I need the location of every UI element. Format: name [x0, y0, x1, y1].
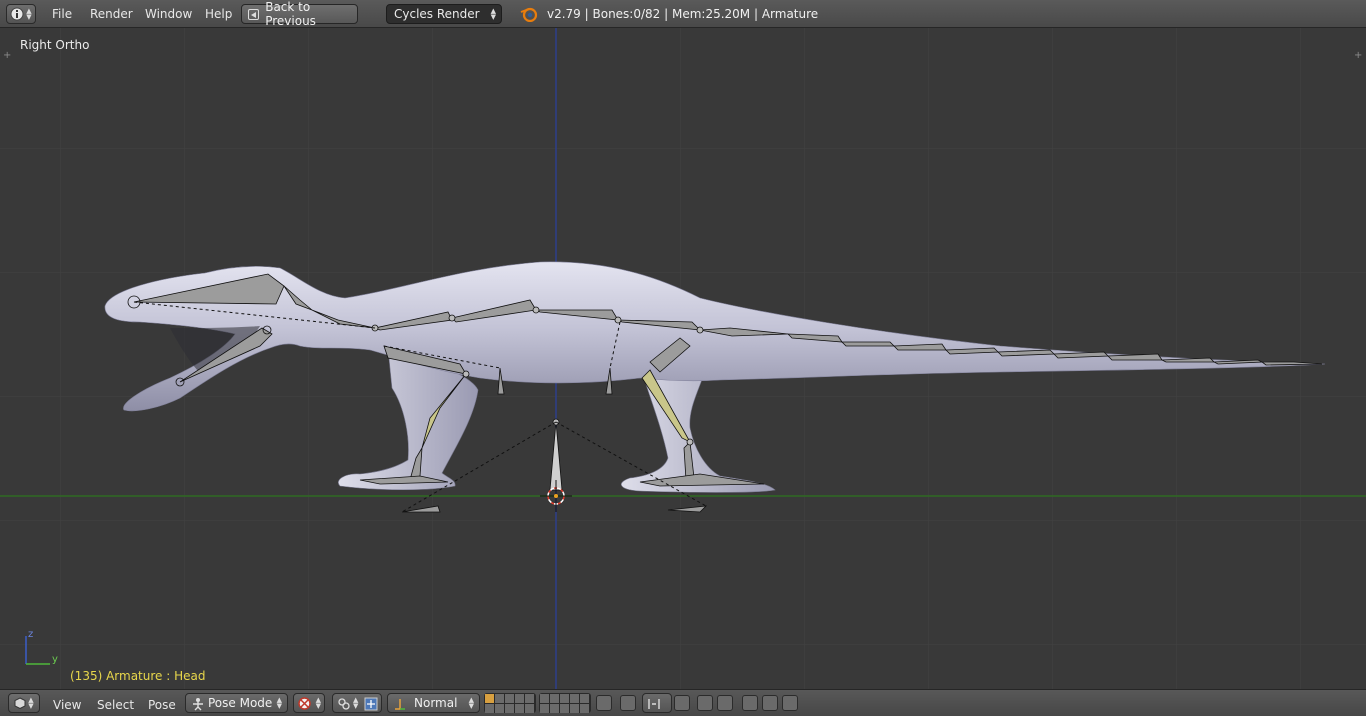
manipulator-icon: [364, 697, 378, 711]
back-to-previous-button[interactable]: Back to Previous: [241, 0, 358, 28]
menu-render[interactable]: Render: [90, 7, 133, 21]
copy-pose-icon[interactable]: [742, 695, 758, 711]
3d-viewport[interactable]: z y Right Ortho + + (135) Armature : Hea…: [0, 28, 1366, 689]
render-engine-label: Cycles Render: [394, 7, 480, 21]
transform-orientation-label: Normal: [414, 696, 458, 710]
blender-logo-icon: [520, 7, 538, 22]
paste-flipped-pose-icon[interactable]: [782, 695, 798, 711]
toolshelf-toggle-icon[interactable]: +: [3, 50, 11, 61]
snap-target-icon[interactable]: [674, 695, 690, 711]
pose-mode-icon: [193, 698, 203, 711]
axis-z-label: z: [28, 629, 33, 640]
viewport-canvas[interactable]: z y: [0, 28, 1366, 689]
editor-type-3d-button[interactable]: ▲ ▼: [8, 693, 40, 713]
scene-layers-group-2[interactable]: [539, 693, 591, 713]
info-icon: [10, 7, 24, 21]
menu-help[interactable]: Help: [205, 7, 232, 21]
proportional-editing-icon[interactable]: [620, 695, 636, 711]
info-header: ▲ ▼ File Render Window Help Back to Previ…: [0, 0, 1366, 28]
frame-object-info: (135) Armature : Head: [70, 669, 206, 683]
menu-select[interactable]: Select: [97, 698, 134, 712]
scene-layers-group-1[interactable]: [484, 693, 536, 713]
scene-stats: v2.79 | Bones:0/82 | Mem:25.20M | Armatu…: [547, 7, 819, 21]
select-arrows-icon: ▲ ▼: [315, 696, 321, 710]
select-arrows-icon: ▲ ▼: [353, 696, 359, 710]
properties-toggle-icon[interactable]: +: [1354, 50, 1362, 61]
render-animation-icon[interactable]: [717, 695, 733, 711]
pivot-icon: [338, 698, 350, 710]
select-arrows-icon: ▲ ▼: [276, 696, 282, 710]
3d-view-icon: [14, 697, 26, 709]
pivot-point-button[interactable]: ▲ ▼: [332, 693, 382, 713]
lock-scene-layers-icon[interactable]: [596, 695, 612, 711]
back-to-previous-label: Back to Previous: [265, 0, 316, 28]
shading-solid-icon: [298, 697, 311, 710]
axis-y-label: y: [52, 654, 58, 665]
view-name-label: Right Ortho: [20, 38, 90, 52]
interaction-mode-select[interactable]: Pose Mode ▲ ▼: [185, 693, 288, 713]
transform-orientation-icon: [395, 699, 405, 710]
snap-element-button[interactable]: [642, 693, 672, 713]
menu-window[interactable]: Window: [145, 7, 192, 21]
interaction-mode-label: Pose Mode: [208, 696, 273, 710]
paste-pose-icon[interactable]: [762, 695, 778, 711]
snap-icon: [648, 699, 660, 709]
render-icon[interactable]: [697, 695, 713, 711]
select-arrows-icon: ▲ ▼: [490, 7, 496, 21]
viewport-shading-button[interactable]: ▲ ▼: [293, 693, 325, 713]
editor-type-button[interactable]: ▲ ▼: [6, 4, 36, 24]
menu-pose[interactable]: Pose: [148, 698, 176, 712]
menu-file[interactable]: File: [52, 7, 72, 21]
render-engine-select[interactable]: Cycles Render ▲ ▼: [386, 4, 502, 24]
select-arrows-icon: ▲ ▼: [468, 696, 474, 710]
back-icon: [248, 8, 260, 20]
menu-view[interactable]: View: [53, 698, 81, 712]
transform-orientation-select[interactable]: Normal ▲ ▼: [387, 693, 480, 713]
3d-view-header: ▲ ▼ View Select Pose Pose Mode ▲ ▼ ▲ ▼ ▲ ▼: [0, 689, 1366, 716]
